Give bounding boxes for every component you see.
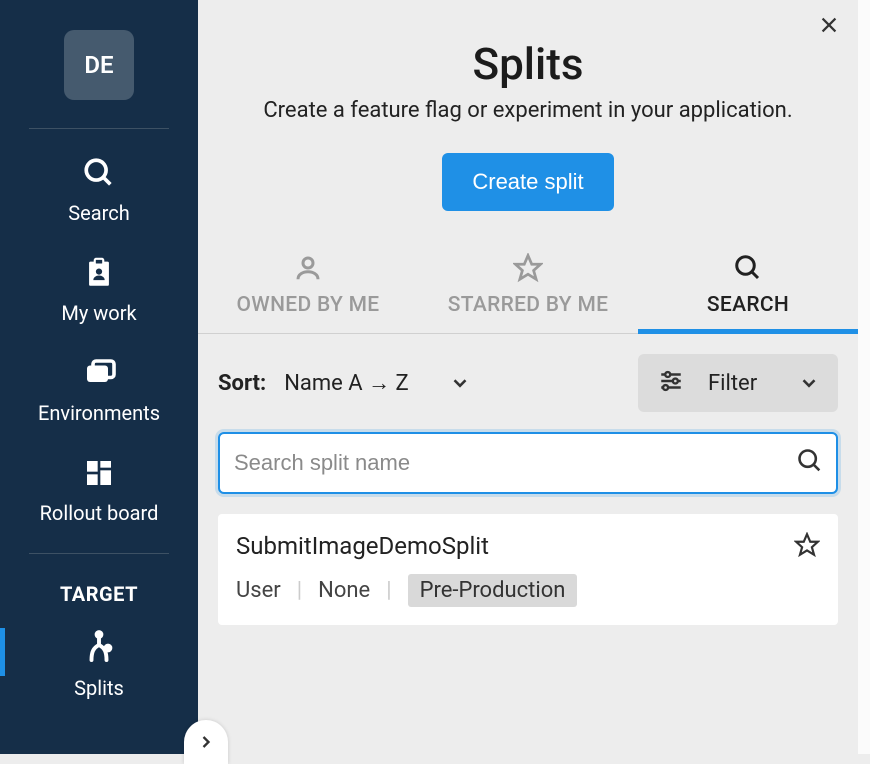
- controls-row: Sort: Name A → Z Filter: [198, 334, 858, 412]
- split-traffic-type: User: [236, 578, 281, 603]
- chevron-down-icon: [449, 372, 471, 394]
- main-panel: Splits Create a feature flag or experime…: [198, 0, 870, 754]
- grid-icon: [79, 453, 119, 493]
- search-icon[interactable]: [796, 447, 824, 479]
- sidebar: DE Search My work Environments Rollout b…: [0, 0, 198, 754]
- sidebar-item-splits[interactable]: Splits: [74, 628, 124, 700]
- tab-owned-by-me[interactable]: OWNED BY ME: [198, 253, 418, 333]
- divider: [29, 553, 169, 554]
- search-wrap: [218, 432, 838, 494]
- user-icon: [198, 253, 418, 283]
- sort-value: Name A → Z: [284, 370, 409, 396]
- sidebar-item-label: My work: [61, 301, 136, 325]
- chevron-down-icon: [798, 372, 820, 394]
- filter-label: Filter: [708, 371, 757, 396]
- sidebar-item-label: Rollout board: [40, 501, 159, 525]
- header: Splits Create a feature flag or experime…: [198, 0, 858, 211]
- tab-starred-by-me[interactable]: STARRED BY ME: [418, 253, 638, 333]
- sort-select[interactable]: Name A → Z: [284, 370, 471, 396]
- sidebar-item-mywork[interactable]: My work: [61, 253, 136, 325]
- tab-label: OWNED BY ME: [198, 293, 418, 317]
- sidebar-item-rolloutboard[interactable]: Rollout board: [40, 453, 159, 525]
- tab-label: SEARCH: [638, 293, 858, 317]
- sliders-icon: [656, 368, 686, 398]
- environments-icon: [79, 353, 119, 393]
- star-toggle[interactable]: [794, 532, 820, 562]
- filter-button[interactable]: Filter: [638, 354, 838, 412]
- close-button[interactable]: [818, 14, 840, 40]
- sidebar-item-label: Splits: [74, 676, 124, 700]
- tab-label: STARRED BY ME: [418, 293, 638, 317]
- sort-label: Sort:: [218, 371, 266, 396]
- active-indicator: [0, 628, 5, 676]
- search-icon: [638, 253, 858, 283]
- separator: |: [386, 578, 391, 603]
- create-split-button[interactable]: Create split: [442, 153, 613, 211]
- search-icon: [79, 153, 119, 193]
- sidebar-collapse-handle[interactable]: [184, 720, 228, 764]
- split-result-card[interactable]: SubmitImageDemoSplit User | None | Pre-P…: [218, 514, 838, 625]
- separator: |: [297, 578, 302, 603]
- star-icon: [418, 253, 638, 283]
- clipboard-user-icon: [79, 253, 119, 293]
- sidebar-item-search[interactable]: Search: [68, 153, 129, 225]
- splits-icon: [79, 628, 119, 668]
- split-owner: None: [318, 578, 370, 603]
- search-input[interactable]: [218, 432, 838, 494]
- tab-search[interactable]: SEARCH: [638, 253, 858, 334]
- split-name: SubmitImageDemoSplit: [236, 532, 818, 560]
- divider: [29, 128, 169, 129]
- tabs: OWNED BY ME STARRED BY ME SEARCH: [198, 253, 858, 334]
- sort-control[interactable]: Sort: Name A → Z: [218, 370, 471, 396]
- workspace-avatar[interactable]: DE: [64, 30, 134, 100]
- environment-tag: Pre-Production: [408, 574, 578, 607]
- sidebar-item-label: Search: [68, 201, 129, 225]
- sidebar-item-environments[interactable]: Environments: [38, 353, 160, 425]
- split-meta: User | None | Pre-Production: [236, 574, 818, 607]
- page-subtitle: Create a feature flag or experiment in y…: [198, 98, 858, 123]
- sidebar-section-target: TARGET: [60, 582, 138, 606]
- sidebar-item-label: Environments: [38, 401, 160, 425]
- page-title: Splits: [198, 38, 858, 90]
